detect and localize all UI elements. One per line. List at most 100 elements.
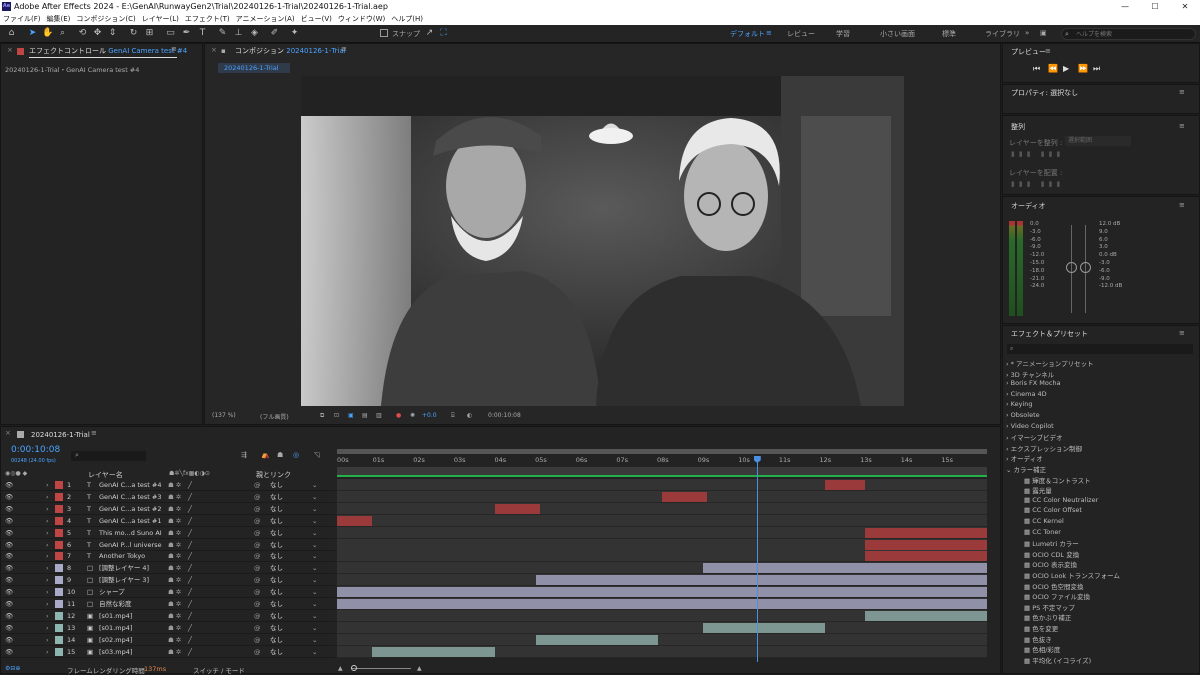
layer-name[interactable]: 自然な彩度 (99, 599, 132, 609)
parent-pickwhip-icon[interactable]: @ (254, 587, 261, 597)
brush-tool-icon[interactable]: ✎ (217, 28, 228, 39)
layer-name[interactable]: GenAI C...a test #2 (99, 504, 162, 514)
minimize-button[interactable]: — (1110, 0, 1140, 13)
effect-item[interactable]: ▦ OCIO 色空間変換 (1024, 581, 1083, 591)
layer-row[interactable]: 👁 › 6 T GenAI P...l universe ☗ ✲ ╱ @ なし ⌄ (0, 539, 335, 551)
effect-item[interactable]: ▦ 色かぶり補正 (1024, 612, 1071, 622)
effect-item[interactable]: ▦ 輝度＆コントラスト (1024, 475, 1091, 485)
quality-switch-icon[interactable]: ╱ (188, 516, 192, 526)
audio-slider-knob-right[interactable] (1080, 262, 1091, 273)
shy-switch-icon[interactable]: ☗ ✲ (168, 599, 181, 609)
expand-chevron-icon[interactable]: › (46, 551, 49, 561)
render-options-icon[interactable]: ⚙⊟⊕ (5, 665, 20, 672)
shy-switch-icon[interactable]: ☗ ✲ (168, 587, 181, 597)
effect-category[interactable]: › Video Copilot (1006, 422, 1054, 430)
home-icon[interactable]: ⌂ (6, 28, 17, 39)
align-target-dropdown[interactable]: 選択範囲 (1065, 136, 1131, 146)
layer-duration-bar[interactable] (865, 527, 987, 538)
layer-track[interactable] (337, 514, 987, 527)
menu-effect[interactable]: エフェクト(T) (182, 13, 233, 25)
resolution-dropdown[interactable]: (フル画質) (260, 412, 289, 421)
layer-track[interactable] (337, 490, 987, 503)
label-color-swatch[interactable] (55, 552, 63, 561)
eye-icon[interactable]: 👁 (5, 563, 13, 573)
layer-duration-bar[interactable] (495, 503, 541, 514)
rotate-tool-icon[interactable]: ↻ (128, 28, 139, 39)
expand-chevron-icon[interactable]: › (46, 611, 49, 621)
menu-help[interactable]: ヘルプ(H) (388, 13, 426, 25)
comp-flowchart-icon[interactable]: ⇶ (241, 451, 247, 459)
dropdown-chevron-icon[interactable]: ⌄ (312, 540, 317, 550)
play-icon[interactable]: ▶ (1063, 64, 1069, 73)
effect-item[interactable]: ▦ 平均化 (イコライズ) (1024, 655, 1091, 665)
rectangle-tool-icon[interactable]: ▭ (165, 28, 176, 39)
switch-column-icons[interactable]: ☗✲╲fx▦◐◑⊙ (169, 470, 210, 477)
quality-switch-icon[interactable]: ╱ (188, 504, 192, 514)
work-area-range[interactable] (337, 475, 987, 477)
close-tab-icon[interactable]: × (5, 429, 11, 437)
hand-tool-icon[interactable]: ✋ (42, 28, 53, 39)
expand-chevron-icon[interactable]: › (46, 540, 49, 550)
effect-category[interactable]: › Keying (1006, 400, 1033, 408)
layer-name[interactable]: GenAI P...l universe (99, 540, 162, 550)
workspace-overflow-icon[interactable]: » (1025, 29, 1029, 37)
first-frame-icon[interactable]: ⏮ (1033, 64, 1040, 74)
maximize-button[interactable]: ☐ (1140, 0, 1170, 13)
layer-track[interactable] (337, 526, 987, 539)
expand-chevron-icon[interactable]: › (46, 563, 49, 573)
composition-tab[interactable]: コンポジション (235, 47, 284, 55)
parent-dropdown[interactable]: なし (270, 480, 283, 490)
label-color-swatch[interactable] (55, 564, 63, 573)
layer-name[interactable]: [s03.mp4] (99, 647, 132, 657)
grid-toggle-icon[interactable]: ⊡ (334, 412, 339, 419)
layer-track[interactable] (337, 633, 987, 646)
dropdown-chevron-icon[interactable]: ⌄ (312, 623, 317, 633)
quality-switch-icon[interactable]: ╱ (188, 647, 192, 657)
layer-row[interactable]: 👁 › 12 ▣ [s01.mp4] ☗ ✲ ╱ @ なし ⌄ (0, 610, 335, 622)
layer-duration-bar[interactable] (865, 539, 987, 550)
dropdown-chevron-icon[interactable]: ⌄ (312, 528, 317, 538)
menu-window[interactable]: ウィンドウ(W) (335, 13, 388, 25)
effects-menu-icon[interactable]: ≡ (1179, 329, 1185, 337)
region-of-interest-icon[interactable]: ▥ (376, 412, 382, 419)
quality-switch-icon[interactable]: ╱ (188, 563, 192, 573)
label-color-swatch[interactable] (55, 647, 63, 656)
expand-chevron-icon[interactable]: › (46, 504, 49, 514)
shy-switch-icon[interactable]: ☗ ✲ (168, 504, 181, 514)
dropdown-chevron-icon[interactable]: ⌄ (312, 575, 317, 585)
layer-duration-bar[interactable] (371, 646, 496, 657)
motion-blur-icon[interactable]: ◎ (293, 451, 299, 459)
label-color-swatch[interactable] (55, 623, 63, 632)
layer-track[interactable] (337, 645, 987, 658)
pan-camera-icon[interactable]: ✥ (92, 28, 103, 39)
layer-name[interactable]: GenAI C...a test #3 (99, 492, 162, 502)
layer-duration-bar[interactable] (865, 551, 987, 562)
parent-pickwhip-icon[interactable]: @ (254, 575, 261, 585)
parent-pickwhip-icon[interactable]: @ (254, 647, 261, 657)
preview-menu-icon[interactable]: ≡ (1045, 47, 1051, 55)
label-color-swatch[interactable] (55, 516, 63, 525)
eye-icon[interactable]: 👁 (5, 623, 13, 633)
effect-item[interactable]: ▦ CC Kernel (1024, 517, 1064, 525)
layer-row[interactable]: 👁 › 5 T This mo...d Suno AI ☗ ✲ ╱ @ なし ⌄ (0, 527, 335, 539)
layer-duration-bar[interactable] (865, 610, 987, 621)
timeline-zoom-handle[interactable] (351, 665, 357, 671)
av-switch-column-icons[interactable]: ◉◎● ◆ (5, 470, 27, 477)
dropdown-chevron-icon[interactable]: ⌄ (312, 551, 317, 561)
quality-switch-icon[interactable]: ╱ (188, 587, 192, 597)
parent-pickwhip-icon[interactable]: @ (254, 635, 261, 645)
distribute-buttons-icon[interactable]: ▮▮▮ ▮▮▮ (1011, 180, 1064, 188)
parent-pickwhip-icon[interactable]: @ (254, 611, 261, 621)
label-color-swatch[interactable] (55, 528, 63, 537)
panel-menu-icon[interactable]: ≡ (341, 45, 347, 53)
effect-controls-tab[interactable]: エフェクトコントロール (29, 47, 106, 55)
composition-subtab[interactable]: 20240126-1-Trial (218, 63, 290, 73)
shy-switch-icon[interactable]: ☗ ✲ (168, 516, 181, 526)
shy-switch-icon[interactable]: ☗ ✲ (168, 480, 181, 490)
dropdown-chevron-icon[interactable]: ⌄ (312, 563, 317, 573)
eye-icon[interactable]: 👁 (5, 480, 13, 490)
shy-switch-icon[interactable]: ☗ ✲ (168, 575, 181, 585)
shy-switch-icon[interactable]: ☗ ✲ (168, 647, 181, 657)
shy-switch-icon[interactable]: ☗ ✲ (168, 563, 181, 573)
zoom-out-icon[interactable]: ▲ (338, 665, 343, 672)
